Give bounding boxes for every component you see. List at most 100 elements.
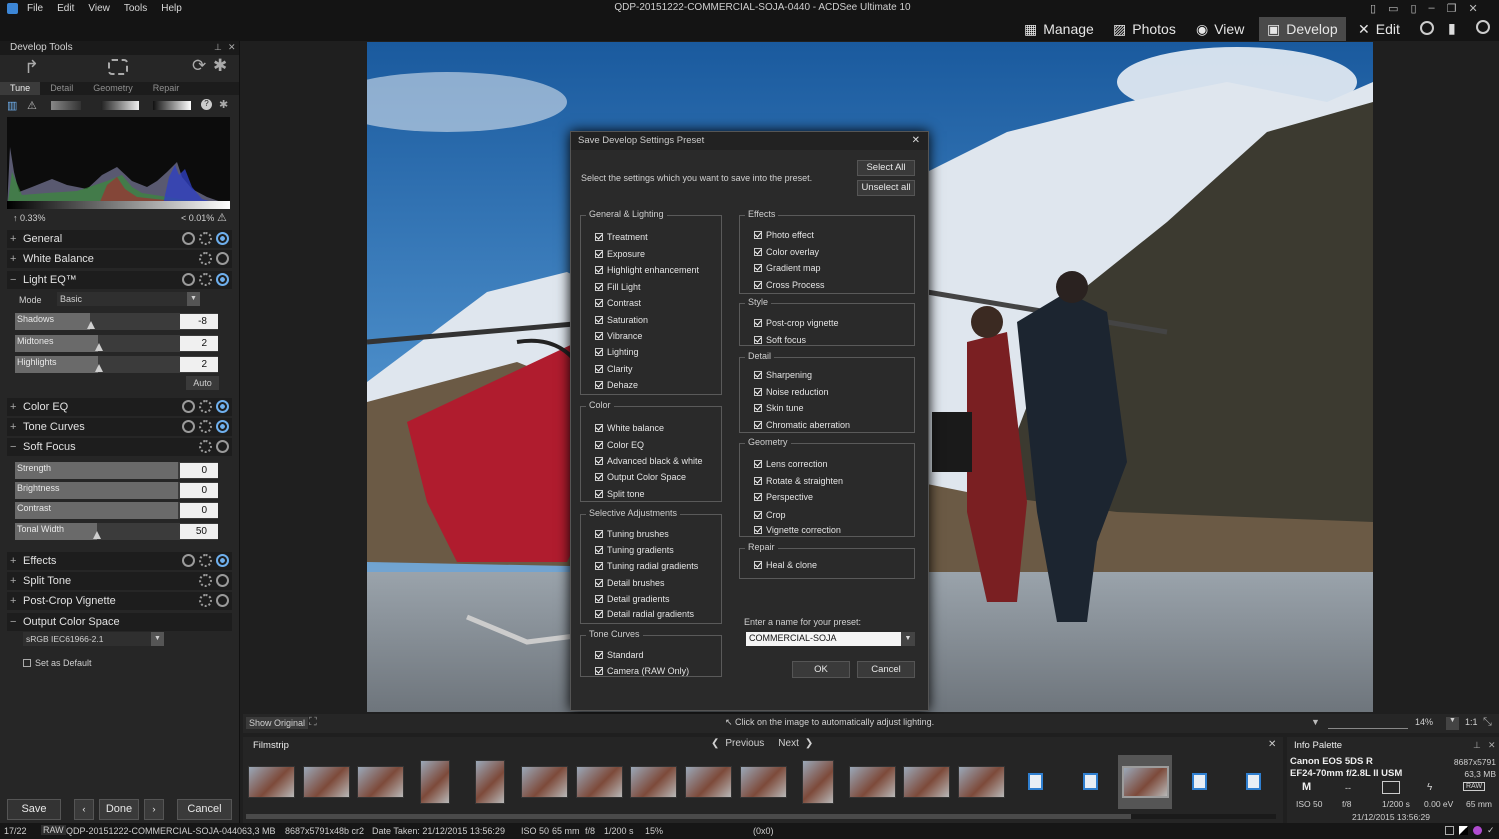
checkbox-tuning-brushes[interactable]: Tuning brushes [595, 529, 669, 539]
mode-photos[interactable]: ▨ Photos [1105, 17, 1184, 41]
zoom-slider[interactable] [1328, 717, 1408, 729]
checkbox-chromatic-aberration[interactable]: Chromatic aberration [754, 420, 850, 430]
toggle-icon[interactable] [216, 594, 229, 607]
toggle-icon[interactable] [216, 252, 229, 265]
section-output-color-space[interactable]: − Output Color Space [7, 613, 232, 631]
checkbox-detail-brushes[interactable]: Detail brushes [595, 578, 665, 588]
auto-select-icon[interactable] [108, 59, 128, 75]
restore-button[interactable]: ❐ [1447, 2, 1457, 15]
section-general[interactable]: + General [7, 230, 232, 248]
checkbox-gradient-map[interactable]: Gradient map [754, 263, 821, 273]
highlights-value[interactable]: 2 [180, 357, 218, 372]
section-color-eq[interactable]: + Color EQ [7, 398, 232, 416]
brightness-slider[interactable]: Brightness 0 [15, 482, 218, 499]
midtones-value[interactable]: 2 [180, 336, 218, 351]
checkbox-box[interactable] [595, 316, 603, 324]
section-light-eq[interactable]: − Light EQ™ [7, 271, 232, 289]
menu-file[interactable]: File [27, 3, 43, 14]
select-all-button[interactable]: Select All [857, 160, 915, 176]
filmstrip-thumbnail[interactable] [630, 766, 677, 798]
menu-view[interactable]: View [88, 3, 110, 14]
tab-geometry[interactable]: Geometry [83, 82, 143, 95]
checkbox-box[interactable] [595, 651, 603, 659]
checkbox-soft-focus[interactable]: Soft focus [754, 335, 806, 345]
checkbox-box[interactable] [595, 667, 603, 675]
menu-help[interactable]: Help [161, 3, 182, 14]
checkbox-perspective[interactable]: Perspective [754, 492, 813, 502]
notifications-icon[interactable] [1476, 20, 1490, 34]
contrast-value[interactable]: 0 [180, 503, 218, 518]
checkbox-box[interactable] [595, 266, 603, 274]
checkbox-detail-radial-gradients[interactable]: Detail radial gradients [595, 609, 694, 619]
unselect-all-button[interactable]: Unselect all [857, 180, 915, 196]
checkbox-box[interactable] [595, 562, 603, 570]
brightness-value[interactable]: 0 [180, 483, 218, 498]
checkbox-box[interactable] [595, 441, 603, 449]
layout-bottom-icon[interactable]: ▭ [1388, 2, 1398, 15]
clip-shadows-icon[interactable] [51, 101, 81, 110]
checkbox-fill-light[interactable]: Fill Light [595, 282, 641, 292]
checkbox-photo-effect[interactable]: Photo effect [754, 230, 814, 240]
checkbox-box[interactable] [595, 457, 603, 465]
layout-left-icon[interactable]: ▯ [1370, 2, 1376, 15]
toggle-icon[interactable] [216, 273, 229, 286]
checkbox-contrast[interactable]: Contrast [595, 298, 641, 308]
checkbox-cross-process[interactable]: Cross Process [754, 280, 825, 290]
help-icon[interactable]: ? [201, 99, 212, 110]
mode-select[interactable]: Basic ▼ [57, 292, 200, 306]
checkbox-rotate-straighten[interactable]: Rotate & straighten [754, 476, 843, 486]
fit-icon[interactable]: ⤡ [1483, 716, 1492, 729]
checkbox-box[interactable] [754, 231, 762, 239]
save-button[interactable]: Save [7, 799, 61, 820]
pin-icon[interactable]: ⊥ [214, 42, 222, 53]
checkbox-white-balance[interactable]: White balance [595, 423, 664, 433]
filmstrip-thumbnail[interactable] [903, 766, 950, 798]
reset-icon[interactable] [182, 400, 195, 413]
tab-tune[interactable]: Tune [0, 82, 41, 95]
checkbox-tuning-gradients[interactable]: Tuning gradients [595, 545, 674, 555]
contrast-icon[interactable] [1459, 826, 1468, 835]
fullscreen-icon[interactable]: ⛶ [309, 716, 317, 729]
checkbox-box[interactable] [595, 381, 603, 389]
checkbox-output-color-space[interactable]: Output Color Space [595, 472, 686, 482]
reset-icon[interactable] [182, 420, 195, 433]
reset-icon[interactable] [182, 554, 195, 567]
chevron-down-icon[interactable]: ▼ [901, 632, 915, 646]
checkbox-box[interactable] [595, 332, 603, 340]
checkbox-box[interactable] [595, 546, 603, 554]
365-icon[interactable] [1420, 21, 1434, 35]
checkbox-vibrance[interactable]: Vibrance [595, 331, 642, 341]
chevron-right-icon[interactable]: ❯ [805, 738, 813, 749]
chevron-left-icon[interactable]: ❮ [711, 738, 719, 749]
checkbox-box[interactable] [754, 248, 762, 256]
section-soft-focus[interactable]: − Soft Focus [7, 438, 232, 456]
filmstrip-thumbnail[interactable] [303, 766, 350, 798]
checkbox-box[interactable] [595, 299, 603, 307]
checkbox-box[interactable] [754, 421, 762, 429]
checkbox-box[interactable] [595, 424, 603, 432]
checkbox-dehaze[interactable]: Dehaze [595, 380, 638, 390]
reset-icon[interactable]: ⟳ [192, 56, 206, 76]
show-original-button[interactable]: Show Original [246, 717, 309, 729]
checkbox-highlight-enhancement[interactable]: Highlight enhancement [595, 265, 699, 275]
color-space-select[interactable]: sRGB IEC61966-2.1 ▼ [23, 632, 164, 646]
gear-icon[interactable] [199, 400, 212, 413]
checkbox-saturation[interactable]: Saturation [595, 315, 648, 325]
actual-size-button[interactable]: 1:1 [1465, 717, 1478, 727]
strength-slider[interactable]: Strength 0 [15, 462, 218, 479]
section-tone-curves[interactable]: + Tone Curves [7, 418, 232, 436]
contrast-slider[interactable]: Contrast 0 [15, 502, 218, 519]
toggle-icon[interactable] [216, 420, 229, 433]
zoom-level[interactable]: 14% [1415, 717, 1433, 727]
checkbox-box[interactable] [754, 264, 762, 272]
warning-icon[interactable]: ⚠ [27, 99, 37, 112]
checkbox-box[interactable] [754, 281, 762, 289]
set-as-default-checkbox[interactable]: Set as Default [23, 658, 92, 668]
dialog-close-icon[interactable]: ✕ [912, 135, 920, 146]
gear-icon[interactable] [199, 273, 212, 286]
gear-icon[interactable] [199, 440, 212, 453]
mode-develop[interactable]: ▣ Develop [1259, 17, 1346, 41]
highlights-slider[interactable]: Highlights 2 [15, 356, 218, 373]
toggle-icon[interactable] [216, 554, 229, 567]
checkbox-box[interactable] [754, 477, 762, 485]
